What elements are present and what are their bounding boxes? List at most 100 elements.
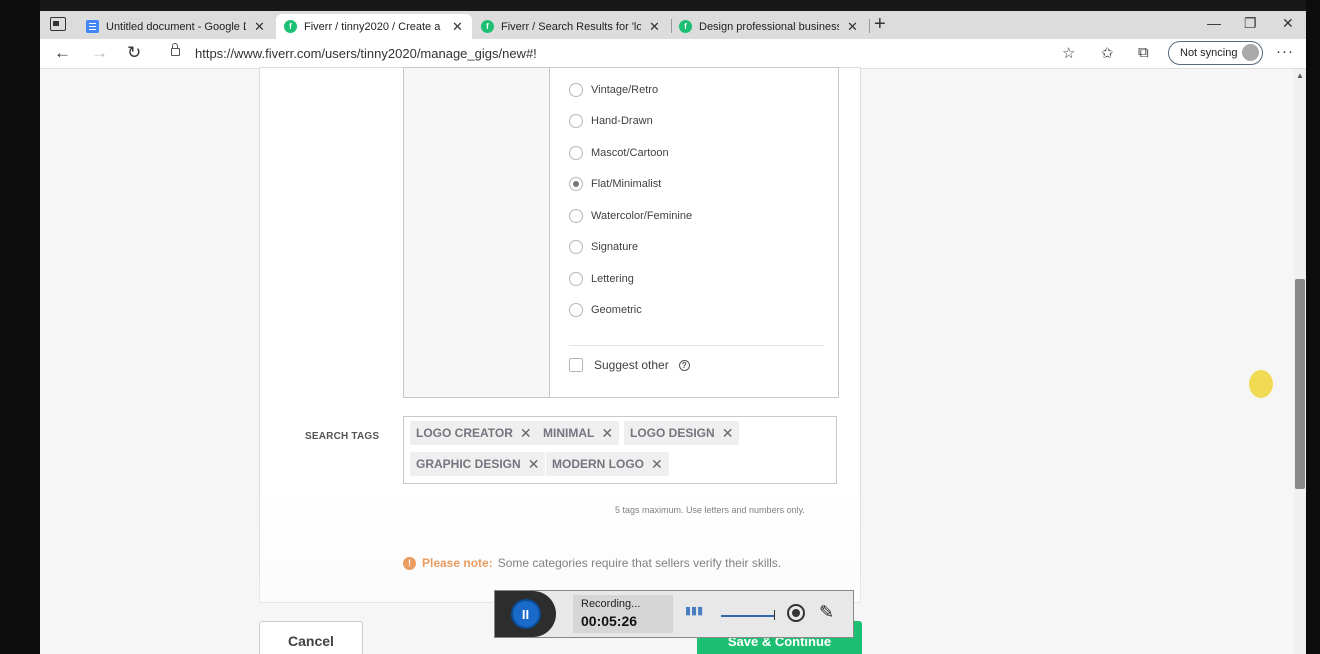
divider bbox=[569, 345, 824, 346]
tab-title: Untitled document - Google Do bbox=[106, 20, 246, 33]
remove-tag-icon[interactable]: ✕ bbox=[601, 425, 613, 442]
radio-button[interactable] bbox=[569, 303, 583, 317]
fiverr-icon: f bbox=[284, 20, 297, 33]
audio-meter-icon: ▮▮▮ bbox=[685, 605, 704, 617]
option-label: Signature bbox=[591, 241, 639, 253]
tag-chip: LOGO DESIGN ✕ bbox=[624, 421, 740, 445]
option-label: Mascot/Cartoon bbox=[591, 147, 669, 159]
tag-label: MODERN LOGO bbox=[552, 457, 644, 471]
search-tags-input[interactable]: LOGO CREATOR ✕ MINIMAL ✕ LOGO DESIGN ✕ G… bbox=[403, 416, 837, 484]
option-signature[interactable]: Signature bbox=[569, 238, 638, 256]
recording-label: Recording... bbox=[581, 598, 641, 610]
option-label: Geometric bbox=[591, 304, 642, 316]
fiverr-icon: f bbox=[679, 20, 692, 33]
tab-actions-icon[interactable] bbox=[50, 17, 66, 31]
remove-tag-icon[interactable]: ✕ bbox=[520, 425, 532, 442]
forward-icon[interactable]: → bbox=[91, 43, 108, 63]
option-label: Watercolor/Feminine bbox=[591, 210, 693, 222]
suggest-other-checkbox[interactable] bbox=[569, 358, 583, 372]
scroll-up-icon[interactable]: ▲ bbox=[1296, 71, 1304, 80]
suggest-other[interactable]: Suggest other ? bbox=[569, 358, 690, 372]
tag-chip: MINIMAL ✕ bbox=[537, 421, 620, 445]
avatar bbox=[1242, 44, 1259, 61]
webcam-icon[interactable] bbox=[787, 604, 805, 622]
pause-icon[interactable]: II bbox=[510, 599, 541, 629]
volume-slider[interactable] bbox=[721, 610, 775, 620]
suggest-other-label: Suggest other bbox=[594, 358, 669, 372]
google-docs-icon bbox=[86, 20, 99, 33]
close-icon[interactable]: ✕ bbox=[452, 19, 463, 35]
cursor-highlight bbox=[1249, 370, 1273, 398]
tab-fiverr-design[interactable]: f Design professional business log ✕ bbox=[671, 14, 867, 39]
note-lead: Please note: bbox=[422, 556, 493, 570]
recording-time: 00:05:26 bbox=[581, 613, 638, 629]
option-watercolor-feminine[interactable]: Watercolor/Feminine bbox=[569, 207, 692, 225]
help-icon[interactable]: ? bbox=[678, 359, 690, 371]
remove-tag-icon[interactable]: ✕ bbox=[722, 425, 734, 442]
minimize-icon[interactable]: — bbox=[1207, 15, 1221, 31]
radio-button[interactable] bbox=[569, 240, 583, 254]
close-icon[interactable]: ✕ bbox=[649, 19, 660, 35]
option-mascot-cartoon[interactable]: Mascot/Cartoon bbox=[569, 144, 669, 162]
tab-google-docs[interactable]: Untitled document - Google Do ✕ bbox=[78, 14, 274, 39]
tag-label: MINIMAL bbox=[543, 426, 595, 440]
option-label: Vintage/Retro bbox=[591, 84, 659, 96]
new-tab-button[interactable]: + bbox=[874, 14, 886, 34]
logo-style-options: Vintage/Retro Hand-Drawn Mascot/Cartoon … bbox=[403, 67, 839, 398]
tag-chip: MODERN LOGO ✕ bbox=[546, 452, 669, 476]
add-favorite-icon[interactable]: ☆ bbox=[1062, 44, 1075, 62]
tag-label: GRAPHIC DESIGN bbox=[416, 457, 521, 471]
url-field[interactable]: https://www.fiverr.com/users/tinny2020/m… bbox=[195, 46, 537, 61]
cancel-button[interactable]: Cancel bbox=[259, 621, 363, 654]
option-label: Flat/Minimalist bbox=[591, 178, 662, 190]
tab-title: Design professional business log bbox=[699, 20, 839, 33]
remove-tag-icon[interactable]: ✕ bbox=[651, 456, 663, 473]
search-tags-label: SEARCH TAGS bbox=[305, 431, 380, 442]
radio-button[interactable] bbox=[569, 83, 583, 97]
favorites-icon[interactable]: ✩ bbox=[1101, 44, 1114, 62]
scrollbar[interactable]: ▲ bbox=[1294, 69, 1306, 654]
tab-fiverr-search[interactable]: f Fiverr / Search Results for 'logo d ✕ bbox=[473, 14, 669, 39]
address-bar: ← → ↻ https://www.fiverr.com/users/tinny… bbox=[40, 39, 1306, 69]
refresh-icon[interactable]: ↻ bbox=[127, 43, 141, 63]
restore-icon[interactable]: ❐ bbox=[1244, 15, 1257, 32]
pen-icon[interactable]: ✎ bbox=[819, 602, 834, 623]
profile-sync-button[interactable]: Not syncing bbox=[1168, 41, 1263, 65]
fiverr-icon: f bbox=[481, 20, 494, 33]
radio-button[interactable] bbox=[569, 272, 583, 286]
remove-tag-icon[interactable]: ✕ bbox=[528, 456, 540, 473]
option-lettering[interactable]: Lettering bbox=[569, 270, 634, 288]
more-icon[interactable]: ··· bbox=[1276, 43, 1294, 60]
tag-label: LOGO DESIGN bbox=[630, 426, 715, 440]
options-category-panel bbox=[404, 68, 550, 397]
option-label: Lettering bbox=[591, 273, 634, 285]
radio-button[interactable] bbox=[569, 209, 583, 223]
option-hand-drawn[interactable]: Hand-Drawn bbox=[569, 112, 653, 130]
option-geometric[interactable]: Geometric bbox=[569, 301, 642, 319]
tag-chip: LOGO CREATOR ✕ bbox=[410, 421, 538, 445]
option-flat-minimalist[interactable]: Flat/Minimalist bbox=[569, 175, 661, 193]
back-icon[interactable]: ← bbox=[54, 43, 71, 63]
browser-window: Untitled document - Google Do ✕ f Fiverr… bbox=[40, 11, 1306, 654]
tab-title: Fiverr / tinny2020 / Create a new bbox=[304, 20, 444, 33]
radio-button-checked[interactable] bbox=[569, 177, 583, 191]
close-icon[interactable]: ✕ bbox=[847, 19, 858, 35]
window-close-icon[interactable]: ✕ bbox=[1282, 15, 1294, 32]
sync-label: Not syncing bbox=[1180, 47, 1238, 59]
tab-title: Fiverr / Search Results for 'logo d bbox=[501, 20, 641, 33]
collections-icon[interactable]: ⧉ bbox=[1138, 44, 1149, 61]
tag-chip: GRAPHIC DESIGN ✕ bbox=[410, 452, 546, 476]
recorder-toolbar: II Recording... 00:05:26 ▮▮▮ ✎ bbox=[494, 590, 854, 638]
tag-label: LOGO CREATOR bbox=[416, 426, 513, 440]
scrollbar-thumb[interactable] bbox=[1295, 279, 1305, 489]
option-label: Hand-Drawn bbox=[591, 115, 653, 127]
radio-button[interactable] bbox=[569, 114, 583, 128]
radio-button[interactable] bbox=[569, 146, 583, 160]
tab-fiverr-create[interactable]: f Fiverr / tinny2020 / Create a new ✕ bbox=[276, 14, 472, 39]
close-icon[interactable]: ✕ bbox=[254, 19, 265, 35]
recorder-pause-area: II bbox=[495, 591, 556, 637]
page-content: Vintage/Retro Hand-Drawn Mascot/Cartoon … bbox=[40, 67, 1294, 654]
recording-status: Recording... 00:05:26 bbox=[573, 595, 673, 633]
info-icon: ! bbox=[403, 556, 416, 570]
option-vintage-retro[interactable]: Vintage/Retro bbox=[569, 81, 658, 99]
